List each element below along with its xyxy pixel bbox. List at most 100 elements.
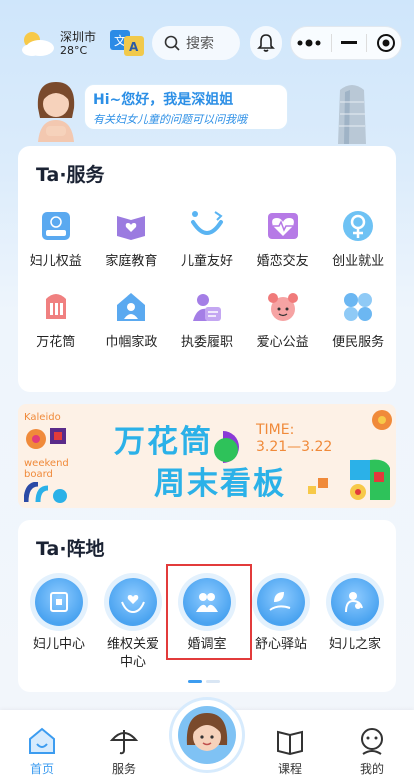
minimize-icon[interactable] [340, 41, 357, 45]
decor-arcs-icon [24, 482, 67, 503]
service-label: 巾帼家政 [105, 335, 158, 350]
assistant-avatar-icon[interactable] [28, 78, 84, 142]
tower-building-icon [338, 85, 366, 144]
more-icon[interactable] [296, 38, 322, 48]
service-jiating-jiaoyu[interactable]: 家庭教育 [94, 208, 170, 269]
service-label: 爱心公益 [256, 335, 309, 350]
translate-icon[interactable]: 文 A [110, 30, 144, 56]
service-label: 妇儿权益 [29, 254, 82, 269]
close-icon[interactable] [376, 33, 396, 53]
flower-icon [344, 293, 373, 321]
capsule-divider [330, 34, 332, 52]
decor-shapes-icon [26, 428, 66, 449]
temperature: 28°C [60, 44, 88, 57]
service-aixin-gongyi[interactable]: 爱心公益 [245, 289, 321, 350]
tab-mine-label: 我的 [359, 762, 384, 776]
services-grid: 妇儿权益 家庭教育 儿童友好 婚恋交友 创业就业 万花筒 巾帼家政 执委履职 爱… [18, 208, 396, 350]
city-name[interactable]: 深圳市 [60, 28, 96, 45]
service-jinguo-jiazheng[interactable]: 巾帼家政 [94, 289, 170, 350]
zhendi-card: Ta·阵地 妇儿中心 维权关爱中心 婚调室 舒心驿站 妇儿之家 [18, 520, 396, 692]
care-hands-icon [109, 578, 157, 626]
bell-icon [257, 34, 275, 52]
greeting-line-2: 有关妇女儿童的问题可以问我哦 [93, 113, 247, 126]
female-symbol-icon [343, 211, 374, 241]
service-label: 儿童友好 [180, 254, 233, 269]
decor-circle-icon [214, 431, 239, 463]
greeting-bubble[interactable]: Hi~您好，我是深姐姐 有关妇女儿童的问题可以问我哦 [84, 84, 288, 130]
zhendi-fuer-zhongxin[interactable]: 妇儿中心 [24, 578, 94, 672]
zhendi-shuxin-yizhan[interactable]: 舒心驿站 [246, 578, 316, 672]
service-label: 创业就业 [332, 254, 385, 269]
badge-12338-icon [41, 212, 70, 240]
service-chuangye-jiuye[interactable]: 创业就业 [320, 208, 396, 269]
banner-title-1: 万花筒 [114, 424, 213, 460]
home-person-icon [117, 293, 146, 321]
greeting-line-1: Hi~您好，我是深姐姐 [93, 92, 234, 108]
leaf-hand-icon [257, 578, 305, 626]
service-ertong-youhao[interactable]: 儿童友好 [169, 208, 245, 269]
tab-course-label: 课程 [277, 762, 302, 776]
greeting-area: Hi~您好，我是深姐姐 有关妇女儿童的问题可以问我哦 [0, 78, 414, 144]
book-heart-icon [117, 216, 146, 240]
decor-squares-icon [308, 478, 328, 494]
page-dot [206, 680, 220, 683]
capsule-divider [366, 34, 368, 52]
zhendi-fuer-zhijia[interactable]: 妇儿之家 [320, 578, 390, 672]
umbrella-icon [109, 730, 139, 755]
banner-weekend: weekend board [24, 458, 69, 480]
service-hunlian-jiaoyou[interactable]: 婚恋交友 [245, 208, 321, 269]
banner-kaleido: Kaleido [24, 412, 61, 423]
banner-time-range: 3.21—3.22 [256, 439, 333, 455]
banner-weekend-text: weekend [24, 458, 69, 469]
zhendi-label: 舒心驿站 [254, 637, 307, 652]
service-label: 婚恋交友 [256, 254, 309, 269]
decor-stack-icon [350, 410, 392, 500]
tab-course[interactable]: 课程 [260, 726, 320, 777]
service-bianmin-fuwu[interactable]: 便民服务 [320, 289, 396, 350]
tab-home-label: 首页 [29, 762, 54, 776]
tab-service-label: 服务 [111, 762, 136, 776]
notification-button[interactable] [250, 26, 282, 60]
zhendi-label: 妇儿中心 [32, 637, 85, 652]
home-icon [29, 727, 55, 754]
assistant-center-button[interactable] [172, 700, 242, 770]
zhendi-label: 妇儿之家 [328, 637, 381, 652]
user-face-icon [361, 728, 383, 755]
page-indicator [188, 680, 220, 683]
banner-time-label: TIME: [256, 422, 295, 438]
banner-title-2: 周末看板 [154, 466, 286, 502]
weekend-board-banner[interactable]: Kaleido weekend board 万花筒 周末看板 TIME: 3.2… [18, 404, 396, 508]
service-zhiwei-lvzhi[interactable]: 执委履职 [169, 289, 245, 350]
svg-text:A: A [129, 40, 139, 54]
heart-pulse-icon [267, 213, 298, 239]
tab-home[interactable]: 首页 [12, 726, 72, 777]
girl-face-icon [267, 293, 298, 321]
zhendi-weiquan-guanai[interactable]: 维权关爱中心 [98, 578, 168, 672]
banner-time: TIME: 3.21—3.22 [256, 422, 332, 456]
highlight-box [166, 564, 252, 660]
center-icon [35, 578, 83, 626]
kaleidoscope-icon [45, 294, 66, 319]
service-label: 便民服务 [332, 335, 385, 350]
zhendi-label: 维权关爱中心 [106, 637, 159, 670]
service-label: 执委履职 [180, 335, 233, 350]
page-dot-active [188, 680, 202, 683]
banner-board-text: board [24, 469, 53, 480]
service-fuer-quanyi[interactable]: 妇儿权益 [18, 208, 94, 269]
search-placeholder: 搜索 [186, 36, 214, 52]
open-book-icon [277, 730, 303, 756]
service-wanhuatong[interactable]: 万花筒 [18, 289, 94, 350]
search-input[interactable]: 搜索 [152, 26, 240, 60]
assistant-face-icon [178, 706, 236, 764]
tab-service[interactable]: 服务 [94, 726, 154, 777]
service-label: 万花筒 [36, 335, 76, 350]
smile-icon [190, 211, 223, 235]
zhendi-title: Ta·阵地 [36, 534, 105, 563]
tab-mine[interactable]: 我的 [342, 726, 402, 777]
top-bar: 深圳市 28°C 文 A 搜索 [0, 22, 414, 66]
mother-child-icon [331, 578, 379, 626]
services-title: Ta·服务 [36, 160, 105, 189]
partly-cloudy-icon [22, 32, 54, 56]
services-card: Ta·服务 妇儿权益 家庭教育 儿童友好 婚恋交友 创业就业 万花筒 巾帼家政 … [18, 146, 396, 392]
search-icon [164, 35, 180, 51]
